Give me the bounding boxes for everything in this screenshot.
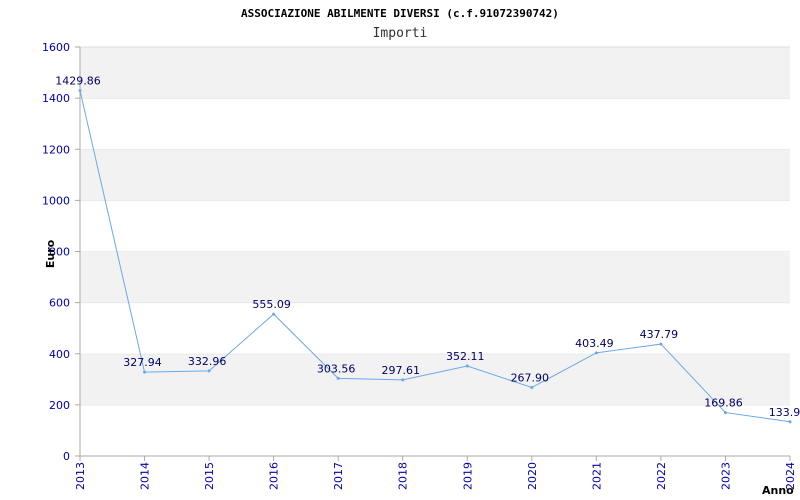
data-label: 332.96 (188, 355, 227, 368)
x-axis-label: Anno (762, 484, 794, 497)
y-tick-label: 1000 (42, 194, 70, 207)
data-label: 352.11 (446, 350, 485, 363)
data-point (336, 376, 340, 380)
x-tick-label: 2021 (590, 462, 603, 490)
y-tick-label: 1600 (42, 41, 70, 54)
data-label: 169.86 (704, 397, 743, 410)
data-point (143, 370, 147, 374)
grid-band (80, 149, 790, 201)
data-point (207, 369, 211, 373)
data-label: 1429.86 (55, 74, 101, 87)
data-label: 437.79 (640, 328, 679, 341)
grid-band (80, 251, 790, 303)
y-tick-label: 1200 (42, 143, 70, 156)
data-label: 267.90 (511, 372, 550, 385)
data-label: 327.94 (123, 356, 162, 369)
x-tick-label: 2022 (655, 462, 668, 490)
y-tick-label: 200 (49, 399, 70, 412)
data-label: 297.61 (381, 364, 420, 377)
x-tick-label: 2019 (461, 462, 474, 490)
grid-band (80, 98, 790, 150)
data-label: 303.56 (317, 362, 356, 375)
x-tick-label: 2014 (139, 462, 152, 490)
data-label: 403.49 (575, 337, 614, 350)
y-tick-label: 600 (49, 297, 70, 310)
data-point (78, 88, 82, 92)
x-tick-label: 2013 (74, 462, 87, 490)
data-point (272, 312, 276, 316)
y-tick-label: 1400 (42, 92, 70, 105)
x-tick-label: 2020 (526, 462, 539, 490)
data-point (401, 378, 405, 382)
data-point (723, 411, 727, 415)
grid-band (80, 353, 790, 405)
data-label: 555.09 (252, 298, 291, 311)
grid-band (80, 302, 790, 354)
x-tick-label: 2015 (203, 462, 216, 490)
chart-subtitle: Importi (373, 26, 428, 41)
data-point (594, 351, 598, 355)
data-point (465, 364, 469, 368)
x-tick-label: 2018 (397, 462, 410, 490)
y-tick-label: 0 (63, 450, 70, 463)
x-axis-ticks: 2013 2014 2015 2016 2017 2018 2019 2020 2021 2022… (74, 456, 797, 490)
x-tick-label: 2016 (268, 462, 281, 490)
data-point (530, 386, 534, 390)
x-tick-label: 2023 (719, 462, 732, 490)
data-label: 133.93 (769, 406, 800, 419)
grid-band (80, 404, 790, 456)
grid-band (80, 47, 790, 99)
grid-bands (80, 46, 790, 456)
data-point (788, 420, 792, 424)
y-tick-label: 400 (49, 348, 70, 361)
line-chart: ASSOCIAZIONE ABILMENTE DIVERSI (c.f.9107… (42, 7, 800, 497)
chart-title: ASSOCIAZIONE ABILMENTE DIVERSI (c.f.9107… (241, 7, 559, 20)
y-axis-label: Euro (44, 239, 57, 268)
data-point (659, 342, 663, 346)
grid-band (80, 200, 790, 252)
x-tick-label: 2017 (332, 462, 345, 490)
